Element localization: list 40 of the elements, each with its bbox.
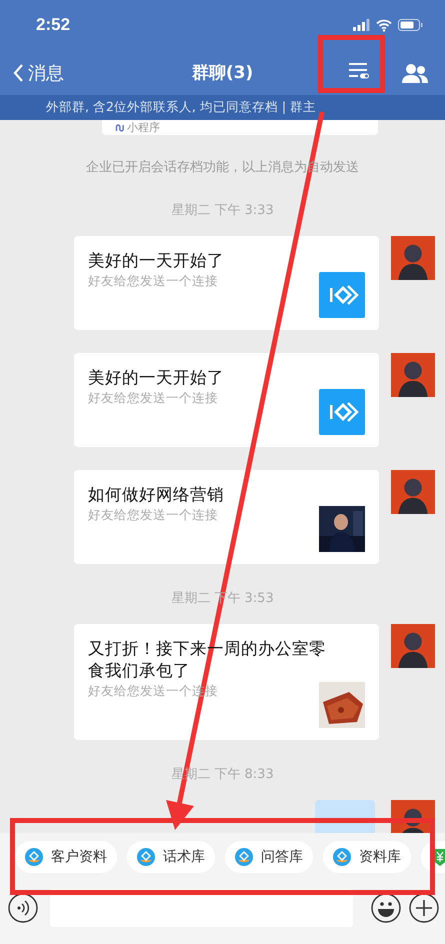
avatar[interactable]: [391, 353, 435, 397]
menu-icon: [348, 62, 368, 78]
app-logo-icon: [137, 848, 155, 866]
app-logo-icon: [333, 848, 351, 866]
link-card[interactable]: 美好的一天开始了 好友给您发送一个连接: [74, 353, 379, 447]
link-card[interactable]: 美好的一天开始了 好友给您发送一个连接: [74, 236, 379, 330]
link-card[interactable]: 如何做好网络营销 好友给您发送一个连接: [74, 470, 379, 564]
app-logo-icon: [25, 848, 43, 866]
wifi-icon: [376, 18, 392, 32]
members-icon[interactable]: [402, 62, 428, 82]
menu-button[interactable]: [318, 34, 385, 92]
emoji-icon[interactable]: [371, 893, 401, 923]
app-logo-icon: [235, 848, 253, 866]
mini-program-icon: [114, 122, 124, 132]
toolbar-chip[interactable]: 客户资料: [15, 840, 117, 872]
toolbar-chip[interactable]: 资料库: [323, 840, 411, 872]
link-subtitle: 好友给您发送一个连接: [88, 389, 218, 407]
back-icon: [13, 64, 24, 82]
toolbar-chip[interactable]: 问答库: [225, 840, 313, 872]
toolbar-chip[interactable]: 话术库: [127, 840, 215, 872]
battery-icon: [398, 19, 423, 31]
plus-icon[interactable]: [409, 893, 439, 923]
link-title: 如何做好网络营销: [88, 484, 225, 506]
mini-program-label: 小程序: [127, 120, 160, 135]
avatar[interactable]: [391, 236, 435, 280]
archive-banner: 外部群, 含2位外部联系人, 均已同意存档 | 群主: [0, 95, 445, 120]
link-subtitle: 好友给您发送一个连接: [88, 272, 218, 290]
link-subtitle: 好友给您发送一个连接: [88, 506, 218, 524]
voice-icon[interactable]: [8, 893, 38, 923]
app-logo-icon: [319, 389, 365, 435]
status-time: 2:52: [36, 15, 70, 35]
avatar[interactable]: [391, 470, 435, 514]
avatar[interactable]: [391, 624, 435, 668]
chat-title: 群聊(3): [192, 62, 254, 84]
link-title: 美好的一天开始了: [88, 367, 225, 389]
back-button[interactable]: 消息: [0, 60, 64, 84]
link-title: 美好的一天开始了: [88, 250, 225, 272]
signal-icon: [353, 19, 370, 31]
app-logo-icon: [319, 272, 365, 318]
timestamp: 星期二 下午 3:33: [171, 203, 274, 219]
